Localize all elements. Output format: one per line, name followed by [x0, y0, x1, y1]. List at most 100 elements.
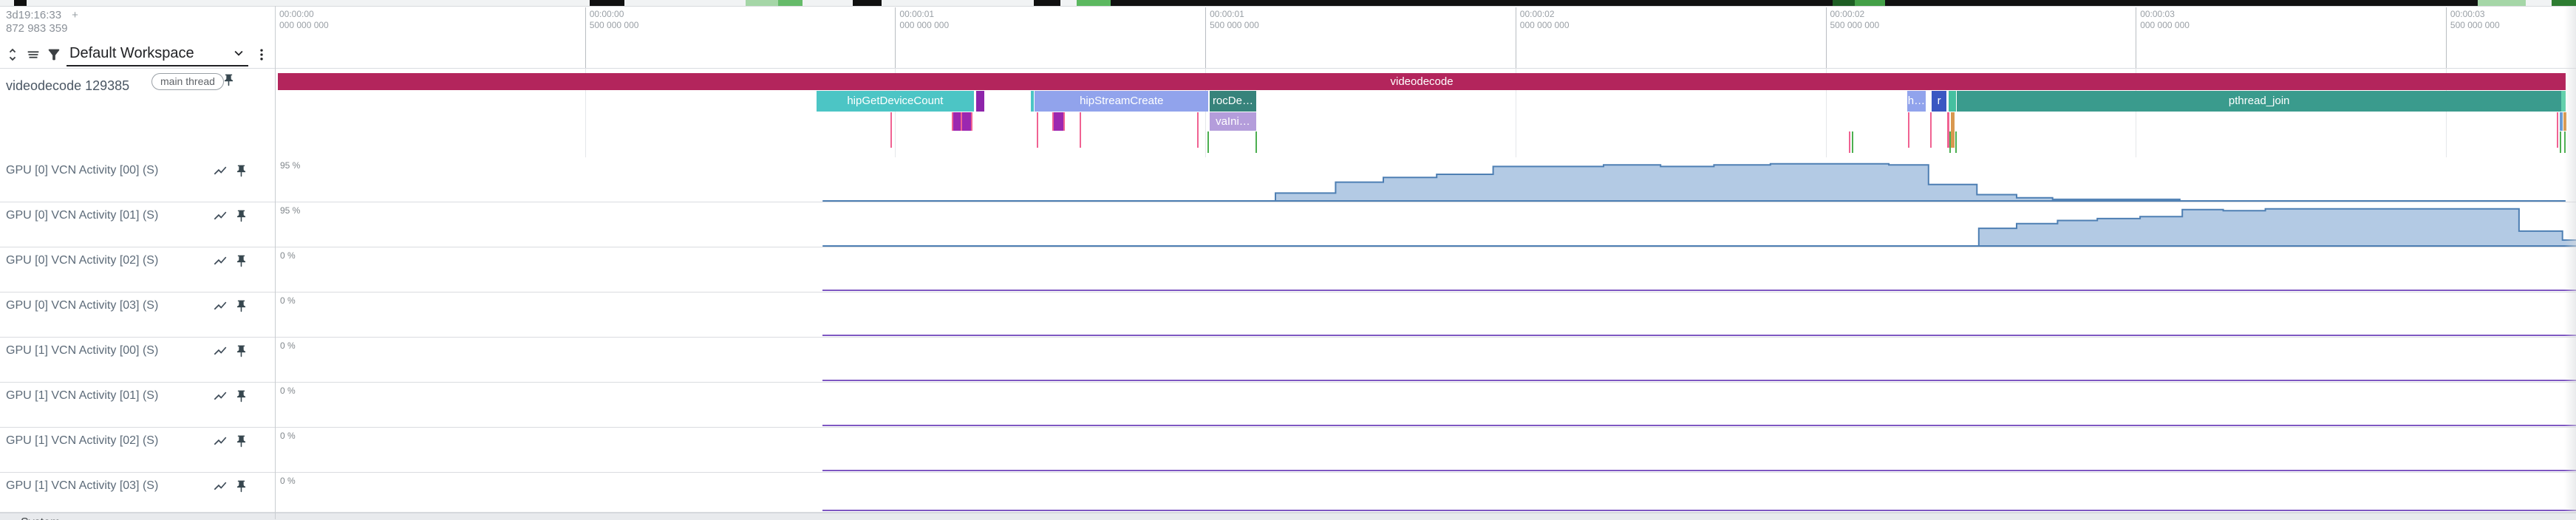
micro-slice[interactable]	[2560, 131, 2561, 153]
trace-timestamp-line2: 872 983 359	[6, 22, 78, 35]
micro-slice[interactable]	[890, 112, 892, 148]
counter-track-row[interactable]: GPU [0] VCN Activity [01] (S)95 %	[0, 202, 2576, 247]
counter-track-row[interactable]: GPU [0] VCN Activity [02] (S)0 %	[0, 247, 2576, 292]
counter-label: GPU [1] VCN Activity [03] (S)	[6, 479, 158, 493]
counter-chart[interactable]	[0, 157, 2576, 202]
trace-timestamp-line1: 3d19:16:33	[6, 9, 61, 21]
counter-value: 0 %	[280, 295, 296, 306]
overview-segment	[1034, 0, 1060, 6]
counter-track-row[interactable]: GPU [0] VCN Activity [03] (S) 0 %	[0, 292, 2576, 338]
tick-time: 00:00:03	[2450, 9, 2500, 20]
show-chart-icon[interactable]	[213, 479, 228, 493]
slice-vaini[interactable]: vaIni…	[1210, 112, 1256, 131]
tick-time: 00:00:03	[2140, 9, 2190, 20]
workspace-selector[interactable]: Default Workspace	[67, 44, 248, 66]
show-chart-icon[interactable]	[213, 298, 228, 313]
micro-slice[interactable]	[1930, 112, 1932, 148]
tick-time: 00:00:00	[590, 9, 639, 20]
chevron-down-icon	[231, 45, 247, 61]
micro-slice[interactable]	[1849, 131, 1850, 153]
slice-h[interactable]: h…	[1907, 91, 1925, 112]
micro-slice[interactable]	[2563, 112, 2566, 131]
pin-icon[interactable]	[234, 479, 248, 493]
micro-slice[interactable]	[2564, 131, 2566, 153]
micro-slice[interactable]	[1852, 131, 1853, 153]
sort-icon[interactable]	[25, 47, 41, 63]
slice[interactable]	[976, 91, 985, 112]
counter-label: GPU [1] VCN Activity [01] (S)	[6, 389, 158, 403]
trace-timestamp: 3d19:16:33 + 872 983 359	[6, 9, 78, 35]
tick-ns: 000 000 000	[2140, 20, 2190, 31]
left-header: 3d19:16:33 + 872 983 359 Default Workspac…	[0, 6, 275, 69]
micro-slice[interactable]	[1037, 112, 1038, 148]
micro-slice[interactable]	[1207, 131, 1209, 153]
workspace-toolbar: Default Workspace	[4, 41, 269, 69]
pin-icon[interactable]	[234, 344, 248, 358]
slice-videodecode[interactable]: videodecode	[278, 73, 2566, 90]
overview-minimap[interactable]	[0, 0, 2576, 7]
ruler-tick: 00:00:03000 000 000	[2136, 7, 2190, 69]
filter-icon[interactable]	[46, 47, 62, 63]
micro-slice[interactable]	[961, 112, 972, 131]
slice-hipgetdevicecount[interactable]: hipGetDeviceCount	[817, 91, 974, 112]
show-chart-icon[interactable]	[213, 389, 228, 403]
micro-slice[interactable]	[2557, 112, 2558, 148]
micro-slice[interactable]	[2560, 112, 2562, 131]
micro-slice[interactable]	[1080, 112, 1081, 148]
counter-track-row[interactable]: GPU [1] VCN Activity [01] (S)0 %	[0, 383, 2576, 428]
thread-track-timeline[interactable]: videodecodehipGetDeviceCount hipStreamCre…	[0, 69, 2576, 157]
pin-icon[interactable]	[234, 389, 248, 403]
tick-ns: 500 000 000	[1210, 20, 1259, 31]
ruler-tick: 00:00:00500 000 000	[585, 7, 639, 69]
pin-icon[interactable]	[234, 434, 248, 448]
counter-track-row[interactable]: GPU [1] VCN Activity [00] (S)0 %	[0, 338, 2576, 383]
show-chart-icon[interactable]	[213, 253, 228, 268]
kebab-menu-icon[interactable]	[254, 47, 269, 62]
counter-track-row[interactable]: GPU [1] VCN Activity [02] (S)0 %	[0, 428, 2576, 473]
expand-timestamp-button[interactable]: +	[72, 9, 78, 21]
thread-chip: main thread	[151, 73, 224, 90]
show-chart-icon[interactable]	[213, 343, 228, 358]
pin-icon[interactable]	[234, 299, 248, 313]
slice[interactable]	[1949, 91, 1956, 112]
tick-time: 00:00:00	[279, 9, 329, 20]
micro-slice[interactable]	[1951, 112, 1955, 148]
overview-segment	[590, 0, 624, 6]
counter-chart[interactable]	[0, 202, 2576, 247]
pin-icon[interactable]	[234, 254, 248, 268]
slice-r[interactable]: r	[1932, 91, 1946, 112]
slice[interactable]	[2561, 91, 2566, 112]
micro-slice[interactable]	[1255, 131, 1257, 153]
slice-rocde[interactable]: rocDe…	[1210, 91, 1256, 112]
overview-segment	[853, 0, 882, 6]
show-chart-icon[interactable]	[213, 434, 228, 448]
micro-slice[interactable]	[1197, 112, 1199, 148]
tick-ns: 000 000 000	[1520, 20, 1570, 31]
counter-zero-line	[822, 425, 2576, 426]
overview-segment	[2478, 0, 2526, 6]
micro-slice[interactable]	[1052, 112, 1065, 131]
counter-label: GPU [0] VCN Activity [03] (S)	[6, 299, 158, 312]
unfold-more-icon[interactable]	[4, 47, 21, 63]
slice-pthread_join[interactable]: pthread_join	[1957, 91, 2561, 112]
overview-segment	[1885, 0, 2478, 6]
counter-value: 0 %	[280, 341, 296, 351]
counter-track-row[interactable]: GPU [0] VCN Activity [00] (S)95 %	[0, 157, 2576, 202]
tick-time: 00:00:01	[899, 9, 949, 20]
tick-ns: 500 000 000	[1830, 20, 1880, 31]
micro-slice[interactable]	[1908, 112, 1909, 148]
workspace-label: Default Workspace	[69, 45, 231, 62]
overview-segment	[1855, 0, 1885, 6]
micro-slice[interactable]	[1949, 131, 1951, 153]
overview-segment	[14, 0, 27, 6]
panel-divider[interactable]	[275, 6, 276, 519]
overview-segment	[2552, 0, 2576, 6]
counter-track-row[interactable]: GPU [1] VCN Activity [03] (S)0 %	[0, 473, 2576, 513]
slice[interactable]	[1031, 91, 1034, 112]
ruler-tick: 00:00:01000 000 000	[895, 7, 949, 69]
header-separator	[0, 68, 2576, 69]
timeline-ruler[interactable]: 00:00:00000 000 00000:00:00500 000 00000…	[275, 6, 2576, 69]
pin-icon[interactable]	[222, 73, 236, 91]
micro-slice[interactable]	[1955, 131, 1957, 153]
slice-hipstreamcreate[interactable]: hipStreamCreate	[1035, 91, 1208, 112]
